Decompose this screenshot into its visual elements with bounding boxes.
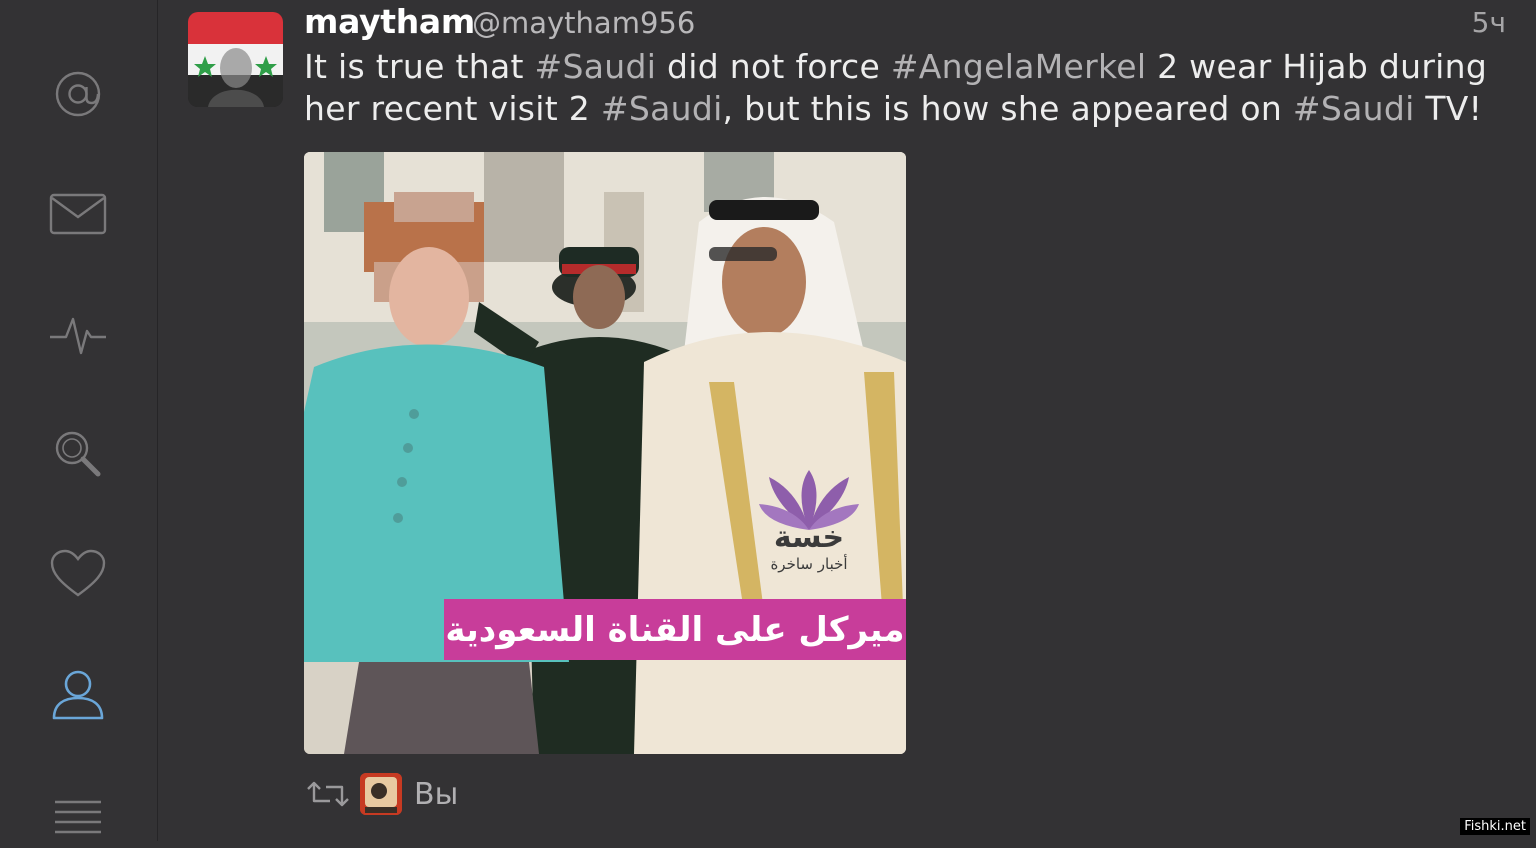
site-watermark: Fishki.net xyxy=(1460,818,1530,835)
hashtag-link[interactable]: #Saudi xyxy=(601,89,723,128)
mail-icon xyxy=(49,193,107,235)
sidebar xyxy=(0,0,158,841)
heart-icon xyxy=(50,549,106,597)
nav-search[interactable] xyxy=(46,422,110,486)
retweeted-by-label: Вы xyxy=(414,776,459,812)
at-icon xyxy=(55,71,101,117)
media-logo: خسة أخبار ساخرة xyxy=(744,522,874,574)
nav-profile[interactable] xyxy=(46,662,110,726)
media-logo-subtitle: أخبار ساخرة xyxy=(770,555,848,573)
nav-favorites[interactable] xyxy=(46,542,110,606)
media-caption: ميركل على القناة السعودية xyxy=(444,599,906,660)
nav-activity[interactable] xyxy=(46,302,110,366)
nav-mentions[interactable] xyxy=(46,62,110,126)
tweet-timestamp: 5ч xyxy=(1471,6,1506,39)
retweeter-avatar[interactable] xyxy=(360,773,402,815)
text-segment: , but this is how she appeared on xyxy=(722,89,1293,128)
photo-illustration xyxy=(304,152,906,754)
menu-icon xyxy=(55,800,101,834)
tweet-text: It is true that #Saudi did not force #An… xyxy=(304,46,1514,130)
hashtag-link[interactable]: #Saudi xyxy=(535,47,657,86)
text-segment: TV! xyxy=(1414,89,1483,128)
hashtag-link[interactable]: #Saudi xyxy=(1293,89,1415,128)
media-logo-title: خسة xyxy=(773,520,845,555)
text-segment: did not force xyxy=(656,47,891,86)
avatar[interactable] xyxy=(188,12,283,107)
activity-icon xyxy=(50,317,106,355)
user-name[interactable]: maytham xyxy=(304,2,475,41)
nav-messages[interactable] xyxy=(46,182,110,246)
profile-icon xyxy=(52,670,104,720)
search-icon xyxy=(55,431,101,477)
retweet-indicator: Вы xyxy=(304,770,458,818)
nav-menu[interactable] xyxy=(46,784,110,848)
avatar-image xyxy=(188,12,283,107)
text-segment: It is true that xyxy=(304,47,535,86)
tweet-media-image[interactable]: خسة أخبار ساخرة ميركل على القناة السعودي… xyxy=(304,152,906,754)
retweet-icon xyxy=(304,774,354,814)
hashtag-link[interactable]: #AngelaMerkel xyxy=(891,47,1146,86)
timeline: maytham @maytham956 5ч It is true that #… xyxy=(158,0,1536,841)
user-handle[interactable]: @maytham956 xyxy=(472,6,695,40)
